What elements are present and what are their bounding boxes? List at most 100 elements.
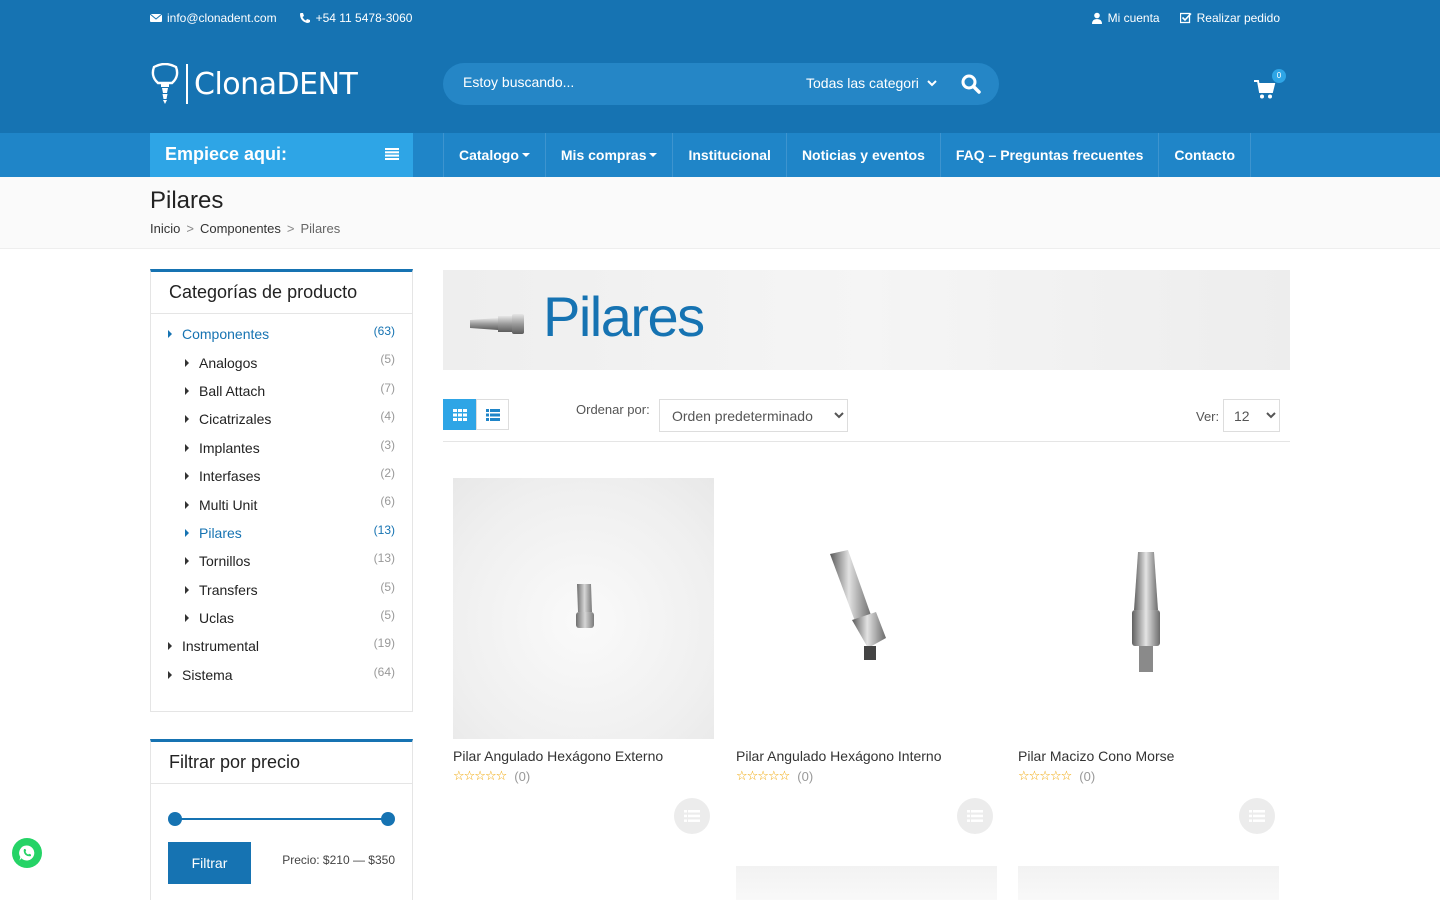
- price-slider[interactable]: [168, 812, 395, 826]
- category-item[interactable]: Sistema (64): [168, 661, 395, 689]
- category-name: Instrumental: [182, 638, 260, 655]
- category-list: Componentes (63) Analogos (5) Ball Attach (…: [151, 314, 412, 695]
- category-item[interactable]: Pilares (13): [168, 519, 395, 547]
- phone-link[interactable]: +54 11 5478-3060: [299, 11, 413, 25]
- category-item[interactable]: Analogos (5): [168, 348, 395, 376]
- logo[interactable]: ClonaDENT: [150, 63, 358, 105]
- caret-down-icon: [521, 153, 530, 157]
- list-icon: [967, 810, 983, 822]
- product-image-next-row[interactable]: [1018, 866, 1279, 900]
- category-item[interactable]: Componentes (63): [168, 320, 395, 348]
- product-rating: ☆☆☆☆☆ (0): [736, 768, 997, 784]
- category-banner: Pilares: [443, 270, 1290, 370]
- nav-item-institucional[interactable]: Institucional: [673, 133, 787, 177]
- category-name: Ball Attach: [199, 382, 266, 399]
- caret-right-icon: [185, 472, 189, 481]
- nav-item-contacto[interactable]: Contacto: [1159, 133, 1252, 177]
- category-count: (4): [380, 409, 395, 424]
- category-item[interactable]: Multi Unit (6): [168, 490, 395, 518]
- category-count: (2): [380, 465, 395, 480]
- caret-right-icon: [185, 358, 189, 367]
- cart-button[interactable]: 0: [1254, 69, 1286, 105]
- category-count: (13): [373, 522, 395, 537]
- product-details-button[interactable]: [1239, 798, 1275, 834]
- caret-right-icon: [185, 557, 189, 566]
- category-count: (13): [373, 551, 395, 566]
- category-count: (19): [373, 636, 395, 651]
- category-item[interactable]: Cicatrizales (4): [168, 405, 395, 433]
- category-count: (5): [380, 352, 395, 367]
- place-order-link[interactable]: Realizar pedido: [1179, 11, 1280, 25]
- category-item[interactable]: Transfers (5): [168, 576, 395, 604]
- product-image[interactable]: [453, 478, 714, 739]
- price-slider-min-handle[interactable]: [168, 812, 182, 826]
- list-view-button[interactable]: [476, 399, 509, 430]
- checkbox-icon: [1179, 12, 1192, 24]
- search-icon[interactable]: [961, 74, 981, 94]
- star-rating-icon: ☆☆☆☆☆: [453, 768, 507, 783]
- caret-right-icon: [185, 443, 189, 452]
- product-name[interactable]: Pilar Angulado Hexágono Interno: [736, 748, 997, 764]
- nav-item-catalogo[interactable]: Catalogo: [444, 133, 546, 177]
- start-here-menu[interactable]: Empiece aqui:: [150, 133, 413, 177]
- my-account-link[interactable]: Mi cuenta: [1091, 11, 1160, 25]
- category-item[interactable]: Uclas (5): [168, 604, 395, 632]
- breadcrumb-separator: >: [286, 221, 295, 236]
- tooth-logo-icon: [151, 63, 179, 104]
- product-details-button[interactable]: [674, 798, 710, 834]
- breadcrumb-link-componentes[interactable]: Componentes: [200, 221, 281, 236]
- nav-item-faq[interactable]: FAQ – Preguntas frecuentes: [941, 133, 1160, 177]
- category-name: Transfers: [199, 581, 258, 598]
- sort-select[interactable]: Orden predeterminado: [659, 399, 848, 432]
- category-item[interactable]: Interfases (2): [168, 462, 395, 490]
- category-item[interactable]: Implantes (3): [168, 434, 395, 462]
- caret-right-icon: [185, 528, 189, 537]
- grid-view-button[interactable]: [443, 399, 476, 430]
- categories-title: Categorías de producto: [151, 272, 412, 314]
- nav-item-noticias[interactable]: Noticias y eventos: [787, 133, 941, 177]
- nav-item-label: Institucional: [688, 147, 771, 163]
- category-name: Implantes: [199, 439, 260, 456]
- per-page-select[interactable]: 12: [1223, 399, 1280, 432]
- product-image[interactable]: [736, 478, 997, 739]
- price-filter-title: Filtrar por precio: [151, 742, 412, 784]
- nav-item-label: Mis compras: [560, 147, 647, 163]
- product-image[interactable]: [1018, 478, 1279, 739]
- category-item[interactable]: Instrumental (19): [168, 632, 395, 660]
- nav-item-mis-compras[interactable]: Mis compras: [546, 133, 674, 177]
- price-slider-max-handle[interactable]: [381, 812, 395, 826]
- review-count: (0): [797, 768, 814, 784]
- email-text: info@clonadent.com: [167, 11, 277, 25]
- product-image-next-row[interactable]: [736, 866, 997, 900]
- breadcrumb-link-inicio[interactable]: Inicio: [150, 221, 180, 236]
- phone-text: +54 11 5478-3060: [315, 11, 413, 25]
- cart-count-badge: 0: [1272, 69, 1286, 83]
- site-header: ClonaDENT Todas las categori 0: [0, 38, 1440, 133]
- email-link[interactable]: info@clonadent.com: [150, 11, 277, 25]
- caret-right-icon: [185, 614, 189, 623]
- grid-icon: [452, 408, 467, 421]
- breadcrumb-separator: >: [186, 221, 194, 236]
- product-card: Pilar Macizo Cono Morse ☆☆☆☆☆ (0): [1018, 478, 1279, 834]
- categories-widget: Categorías de producto Componentes (63) A…: [150, 269, 413, 712]
- product-details-button[interactable]: [957, 798, 993, 834]
- category-count: (3): [380, 437, 395, 452]
- filter-button[interactable]: Filtrar: [168, 842, 251, 884]
- category-count: (6): [380, 494, 395, 509]
- category-item[interactable]: Ball Attach (7): [168, 377, 395, 405]
- breadcrumb-current: Pilares: [300, 221, 341, 236]
- product-name[interactable]: Pilar Angulado Hexágono Externo: [453, 748, 714, 764]
- category-name: Uclas: [199, 610, 235, 627]
- category-select[interactable]: Todas las categori: [806, 75, 937, 91]
- category-item[interactable]: Tornillos (13): [168, 547, 395, 575]
- product-name[interactable]: Pilar Macizo Cono Morse: [1018, 748, 1279, 764]
- category-count: (64): [373, 664, 395, 679]
- search-input[interactable]: [463, 74, 763, 90]
- caret-right-icon: [185, 415, 189, 424]
- top-bar: info@clonadent.com +54 11 5478-3060 Mi c…: [0, 0, 1440, 38]
- whatsapp-button[interactable]: [12, 838, 42, 868]
- category-name: Multi Unit: [199, 496, 258, 513]
- category-name: Tornillos: [199, 553, 251, 570]
- shop-toolbar: Ordenar por: Orden predeterminado Ver: 1…: [443, 399, 1290, 442]
- nav-menu: Catalogo Mis compras Institucional Notic…: [443, 133, 1252, 177]
